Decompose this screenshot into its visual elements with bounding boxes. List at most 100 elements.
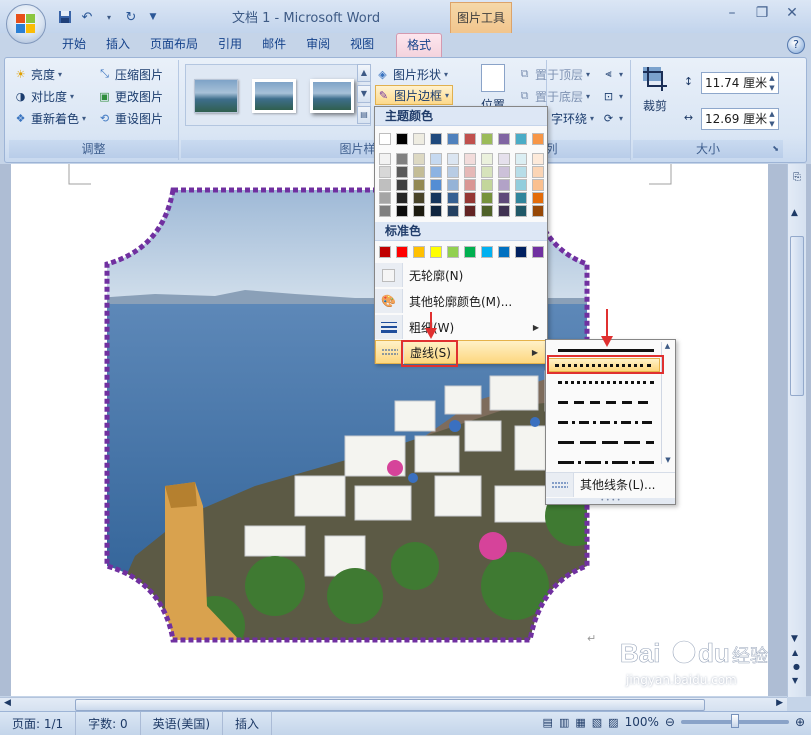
word-count[interactable]: 字数: 0 bbox=[76, 711, 141, 735]
theme-color-tint-swatch[interactable] bbox=[430, 192, 442, 204]
recolor-button[interactable]: ❖ 重新着色 ▾ bbox=[13, 108, 86, 128]
theme-color-tint-swatch[interactable] bbox=[413, 153, 425, 165]
tab-view[interactable]: 视图 bbox=[340, 33, 384, 57]
compress-pictures-button[interactable]: ⤡ 压缩图片 bbox=[97, 64, 163, 84]
redo-icon[interactable]: ↻ bbox=[122, 8, 140, 26]
theme-color-tint-swatch[interactable] bbox=[447, 179, 459, 191]
theme-color-swatch[interactable] bbox=[413, 133, 425, 145]
ruler-toggle-icon[interactable]: ⎘ bbox=[790, 172, 804, 186]
standard-color-swatch[interactable] bbox=[447, 246, 459, 258]
tab-mailings[interactable]: 邮件 bbox=[252, 33, 296, 57]
full-screen-reading-icon[interactable]: ▥ bbox=[559, 716, 569, 729]
prev-page-icon[interactable]: ▲ bbox=[792, 648, 798, 657]
theme-color-tint-swatch[interactable] bbox=[464, 153, 476, 165]
vertical-scroll-thumb[interactable] bbox=[790, 236, 804, 396]
restore-icon[interactable]: ❐ bbox=[749, 3, 775, 23]
theme-color-tint-swatch[interactable] bbox=[396, 153, 408, 165]
theme-color-tint-swatch[interactable] bbox=[498, 179, 510, 191]
no-outline-item[interactable]: 无轮廓(N) bbox=[375, 263, 547, 287]
standard-color-swatch[interactable] bbox=[430, 246, 442, 258]
size-dialog-launcher-icon[interactable]: ⬊ bbox=[772, 140, 779, 158]
scroll-down-icon[interactable]: ▼ bbox=[791, 634, 798, 644]
theme-color-swatch[interactable] bbox=[464, 133, 476, 145]
theme-color-tint-swatch[interactable] bbox=[379, 205, 391, 217]
theme-color-swatch[interactable] bbox=[430, 133, 442, 145]
standard-color-swatch[interactable] bbox=[532, 246, 544, 258]
undo-icon[interactable]: ↶ bbox=[78, 8, 96, 26]
zoom-in-icon[interactable]: ⊕ bbox=[795, 715, 805, 729]
theme-color-tint-swatch[interactable] bbox=[396, 179, 408, 191]
theme-color-tint-swatch[interactable] bbox=[430, 153, 442, 165]
theme-color-tint-swatch[interactable] bbox=[481, 166, 493, 178]
theme-color-tint-swatch[interactable] bbox=[447, 153, 459, 165]
zoom-out-icon[interactable]: ⊖ bbox=[665, 715, 675, 729]
scroll-left-icon[interactable]: ◀ bbox=[4, 698, 11, 708]
standard-color-swatch[interactable] bbox=[396, 246, 408, 258]
width-spinner[interactable]: ▲ ▼ bbox=[766, 109, 778, 129]
contrast-button[interactable]: ◑ 对比度 ▾ bbox=[13, 86, 74, 106]
more-outline-colors-item[interactable]: 🎨 其他轮廓颜色(M)... bbox=[375, 289, 547, 313]
dash-option-long-dash-dot[interactable] bbox=[552, 456, 660, 469]
zoom-slider-thumb[interactable] bbox=[730, 714, 739, 728]
theme-color-swatch[interactable] bbox=[481, 133, 493, 145]
theme-color-tint-swatch[interactable] bbox=[515, 205, 527, 217]
theme-color-tint-swatch[interactable] bbox=[447, 205, 459, 217]
close-icon[interactable]: ✕ bbox=[779, 3, 805, 23]
print-layout-icon[interactable]: ▤ bbox=[543, 716, 553, 729]
weight-item[interactable]: 粗细(W) ▶ bbox=[375, 315, 547, 339]
picture-shape-button[interactable]: ◈ 图片形状 ▾ bbox=[375, 64, 448, 84]
theme-color-tint-swatch[interactable] bbox=[515, 179, 527, 191]
theme-color-tint-swatch[interactable] bbox=[481, 153, 493, 165]
dash-option-square-dot[interactable] bbox=[552, 376, 660, 389]
theme-color-tint-swatch[interactable] bbox=[498, 166, 510, 178]
tab-references[interactable]: 引用 bbox=[208, 33, 252, 57]
tab-page-layout[interactable]: 页面布局 bbox=[140, 33, 208, 57]
theme-color-tint-swatch[interactable] bbox=[481, 205, 493, 217]
theme-color-tint-swatch[interactable] bbox=[515, 192, 527, 204]
align-button[interactable]: ⫷ ▾ bbox=[601, 64, 623, 84]
theme-color-tint-swatch[interactable] bbox=[498, 153, 510, 165]
height-spinner[interactable]: ▲ ▼ bbox=[766, 73, 778, 93]
tab-home[interactable]: 开始 bbox=[52, 33, 96, 57]
theme-color-tint-swatch[interactable] bbox=[447, 192, 459, 204]
horizontal-scroll-thumb[interactable] bbox=[75, 699, 705, 711]
dash-option-dash-dot[interactable] bbox=[552, 416, 660, 429]
zoom-slider[interactable] bbox=[680, 714, 789, 728]
insert-mode[interactable]: 插入 bbox=[223, 711, 273, 735]
theme-color-tint-swatch[interactable] bbox=[498, 192, 510, 204]
theme-color-tint-swatch[interactable] bbox=[413, 166, 425, 178]
gallery-more-icon[interactable]: ▤ bbox=[357, 106, 371, 124]
dash-option-dash[interactable] bbox=[552, 396, 660, 409]
text-wrap-button[interactable]: 字环绕 ▾ bbox=[551, 108, 594, 128]
theme-color-tint-swatch[interactable] bbox=[379, 192, 391, 204]
scroll-up-icon[interactable]: ▲ bbox=[791, 208, 798, 218]
theme-color-tint-swatch[interactable] bbox=[481, 192, 493, 204]
minimize-icon[interactable]: – bbox=[719, 3, 745, 23]
theme-color-tint-swatch[interactable] bbox=[464, 205, 476, 217]
theme-color-tint-swatch[interactable] bbox=[396, 192, 408, 204]
next-page-icon[interactable]: ▼ bbox=[792, 676, 798, 685]
theme-color-tint-swatch[interactable] bbox=[464, 192, 476, 204]
reset-picture-button[interactable]: ⟲ 重设图片 bbox=[97, 108, 163, 128]
scroll-right-icon[interactable]: ▶ bbox=[776, 698, 783, 708]
theme-color-tint-swatch[interactable] bbox=[379, 153, 391, 165]
rotate-button[interactable]: ⟳ ▾ bbox=[601, 108, 623, 128]
theme-color-tint-swatch[interactable] bbox=[481, 179, 493, 191]
undo-dropdown-icon[interactable]: ▾ bbox=[100, 8, 118, 26]
crop-button[interactable]: 裁剪 bbox=[635, 62, 675, 128]
theme-color-tint-swatch[interactable] bbox=[396, 166, 408, 178]
picture-style-3[interactable] bbox=[310, 79, 354, 113]
theme-color-tint-swatch[interactable] bbox=[447, 166, 459, 178]
theme-color-tint-swatch[interactable] bbox=[464, 179, 476, 191]
save-icon[interactable] bbox=[56, 8, 74, 26]
change-picture-button[interactable]: ▣ 更改图片 bbox=[97, 86, 163, 106]
office-button[interactable] bbox=[6, 4, 46, 44]
theme-color-tint-swatch[interactable] bbox=[379, 166, 391, 178]
theme-color-swatch[interactable] bbox=[532, 133, 544, 145]
outline-view-icon[interactable]: ▧ bbox=[592, 716, 602, 729]
browse-object-icon[interactable]: ● bbox=[793, 662, 800, 671]
theme-color-swatch[interactable] bbox=[447, 133, 459, 145]
dash-scroll-up-icon[interactable]: ▲ bbox=[662, 342, 673, 350]
standard-color-swatch[interactable] bbox=[515, 246, 527, 258]
standard-color-swatch[interactable] bbox=[413, 246, 425, 258]
